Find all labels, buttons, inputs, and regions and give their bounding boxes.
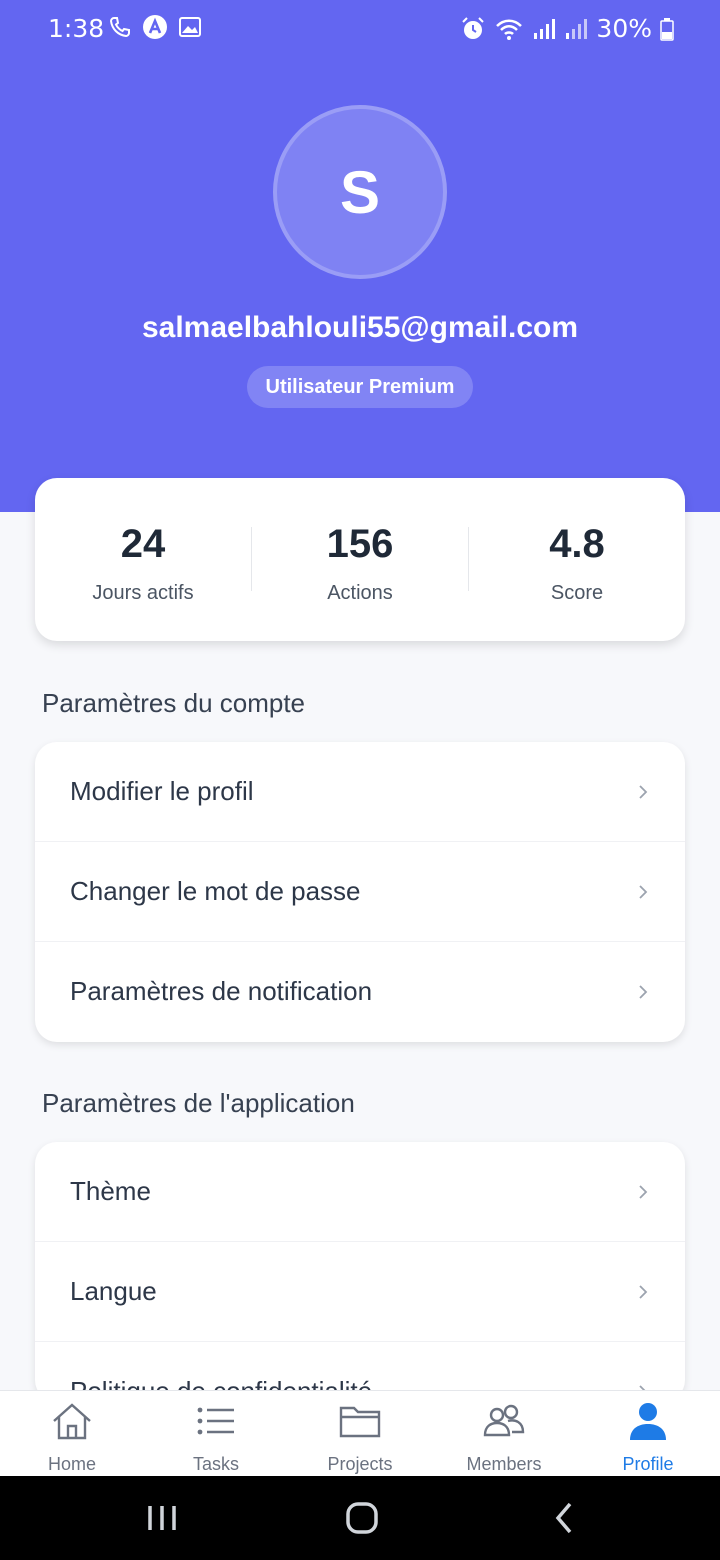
home-button-icon[interactable] — [344, 1498, 380, 1538]
premium-badge: Utilisateur Premium — [247, 366, 473, 408]
stat-score: 4.8 Score — [469, 478, 685, 641]
stat-value: 24 — [120, 522, 166, 566]
stats-card: 24 Jours actifs 156 Actions 4.8 Score — [35, 478, 685, 641]
menu-item-label: Changer le mot de passe — [70, 876, 361, 906]
menu-item-language[interactable]: Langue — [35, 1242, 685, 1342]
menu-item-label: Langue — [70, 1276, 157, 1306]
image-icon — [179, 17, 201, 37]
menu-item-notification-settings[interactable]: Paramètres de notification — [35, 942, 685, 1042]
person-icon — [630, 1403, 666, 1440]
app-section-title: Paramètres de l'application — [42, 1088, 355, 1118]
menu-item-label: Thème — [70, 1176, 151, 1206]
nav-home[interactable]: Home — [0, 1391, 144, 1477]
menu-item-label: Modifier le profil — [70, 776, 254, 806]
menu-item-change-password[interactable]: Changer le mot de passe — [35, 842, 685, 942]
stat-label: Score — [550, 582, 604, 604]
battery-icon — [660, 17, 674, 41]
chevron-right-icon — [639, 1285, 648, 1299]
nav-label: Tasks — [192, 1454, 239, 1474]
avatar-initial: S — [339, 158, 381, 226]
profile-header: 1:38 30% S salmaelbahlouli55@gmail.com U… — [0, 0, 720, 512]
battery-percentage: 30% — [596, 14, 652, 43]
app-notification-icon — [143, 15, 167, 39]
account-section-title: Paramètres du compte — [42, 688, 306, 718]
nav-label: Home — [47, 1454, 96, 1474]
menu-item-label: Paramètres de notification — [70, 976, 373, 1006]
chevron-right-icon — [639, 985, 648, 999]
members-icon — [483, 1404, 525, 1437]
folder-icon — [339, 1406, 381, 1438]
signal-icon — [534, 18, 556, 39]
list-icon — [197, 1407, 234, 1435]
stat-actions: 156 Actions — [252, 478, 468, 641]
avatar[interactable]: S — [273, 105, 447, 279]
wifi-icon — [496, 19, 523, 40]
back-icon[interactable] — [552, 1498, 576, 1538]
stat-label: Actions — [327, 582, 393, 604]
stat-active-days: 24 Jours actifs — [35, 478, 251, 641]
nav-tasks[interactable]: Tasks — [144, 1391, 288, 1477]
bottom-navigation: Home Tasks Projects Members Profile — [0, 1390, 720, 1476]
nav-profile[interactable]: Profile — [576, 1391, 720, 1477]
system-navigation-bar — [0, 1476, 720, 1560]
chevron-right-icon — [639, 1185, 648, 1199]
user-email: salmaelbahlouli55@gmail.com — [141, 311, 579, 344]
status-time: 1:38 — [48, 14, 105, 43]
stat-value: 156 — [326, 522, 394, 566]
nav-projects[interactable]: Projects — [288, 1391, 432, 1477]
chevron-right-icon — [639, 885, 648, 899]
signal-weak-icon — [566, 18, 588, 39]
chevron-right-icon — [639, 785, 648, 799]
status-bar: 1:38 30% — [0, 0, 720, 56]
menu-item-edit-profile[interactable]: Modifier le profil — [35, 742, 685, 842]
nav-members[interactable]: Members — [432, 1391, 576, 1477]
nav-label: Projects — [327, 1454, 393, 1474]
alarm-icon — [462, 16, 485, 39]
app-settings-card: Thème Langue Politique de confidentialit… — [35, 1142, 685, 1402]
recent-apps-icon[interactable] — [146, 1498, 178, 1538]
nav-label: Profile — [622, 1454, 674, 1474]
menu-item-theme[interactable]: Thème — [35, 1142, 685, 1242]
home-icon — [53, 1403, 91, 1440]
stat-label: Jours actifs — [92, 582, 194, 604]
stat-value: 4.8 — [549, 522, 605, 566]
phone-icon — [109, 17, 130, 38]
account-settings-card: Modifier le profil Changer le mot de pas… — [35, 742, 685, 1042]
nav-label: Members — [466, 1454, 542, 1474]
